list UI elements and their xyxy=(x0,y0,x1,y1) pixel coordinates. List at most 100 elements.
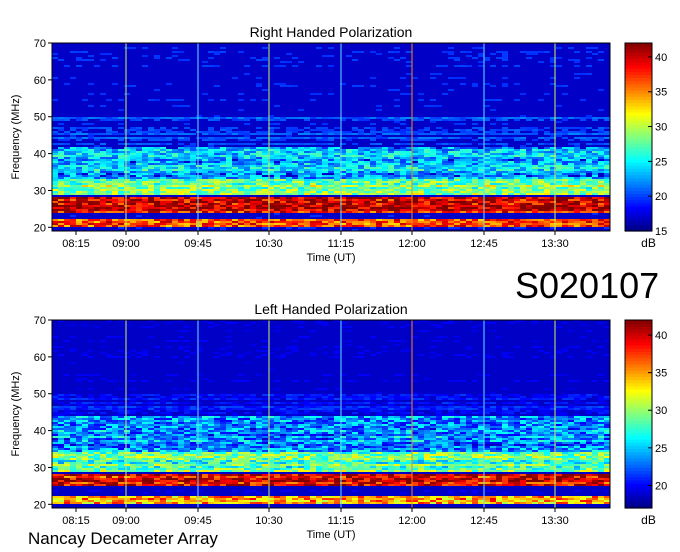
heatmap-cell xyxy=(160,139,166,141)
heatmap-cell xyxy=(70,197,76,199)
heatmap-cell xyxy=(526,117,532,119)
heatmap-cell xyxy=(328,179,334,181)
heatmap-cell xyxy=(112,57,118,59)
heatmap-cell xyxy=(412,173,418,175)
heatmap-cell xyxy=(424,127,430,129)
heatmap-cell xyxy=(100,183,106,185)
heatmap-cell xyxy=(508,147,514,149)
heatmap-cell xyxy=(58,185,64,187)
heatmap-cell xyxy=(82,119,88,121)
heatmap-cell xyxy=(352,185,358,187)
heatmap-cell xyxy=(76,394,82,396)
heatmap-cell xyxy=(58,171,64,173)
heatmap-cell xyxy=(196,191,202,193)
heatmap-cell xyxy=(142,133,148,135)
heatmap-cell xyxy=(442,322,448,324)
heatmap-cell xyxy=(478,159,484,161)
heatmap-cell xyxy=(394,171,400,173)
heatmap-cell xyxy=(100,197,106,199)
heatmap-cell xyxy=(574,137,580,139)
heatmap-cell xyxy=(166,133,172,135)
heatmap-cell xyxy=(58,225,64,227)
heatmap-cell xyxy=(400,221,406,223)
heatmap-cell xyxy=(496,159,502,161)
heatmap-cell xyxy=(442,165,448,167)
heatmap-cell xyxy=(592,165,598,167)
heatmap-cell xyxy=(256,203,262,205)
heatmap-cell xyxy=(574,145,580,147)
heatmap-cell xyxy=(292,171,298,173)
heatmap-cell xyxy=(160,143,166,145)
heatmap-cell xyxy=(514,181,520,183)
heatmap-cell xyxy=(70,215,76,217)
heatmap-cell xyxy=(280,177,286,179)
heatmap-cell xyxy=(232,153,238,155)
heatmap-cell xyxy=(124,133,130,135)
heatmap-cell xyxy=(376,167,382,169)
heatmap-cell xyxy=(208,205,214,207)
heatmap-cell xyxy=(490,151,496,153)
heatmap-cell xyxy=(256,207,262,209)
heatmap-cell xyxy=(502,133,508,135)
heatmap-cell xyxy=(502,163,508,165)
heatmap-cell xyxy=(232,223,238,225)
heatmap-cell xyxy=(82,203,88,205)
heatmap-cell xyxy=(532,53,538,55)
heatmap-cell xyxy=(208,221,214,223)
heatmap-cell xyxy=(580,137,586,139)
heatmap-cell xyxy=(178,147,184,149)
heatmap-cell xyxy=(508,187,514,189)
heatmap-cell xyxy=(574,211,580,213)
heatmap-cell xyxy=(112,336,118,338)
heatmap-cell xyxy=(478,47,484,49)
heatmap-cell xyxy=(490,392,496,394)
heatmap-cell xyxy=(250,400,256,402)
heatmap-cell xyxy=(82,207,88,209)
heatmap-cell xyxy=(472,85,478,87)
heatmap-cell xyxy=(82,201,88,203)
heatmap-cell xyxy=(184,167,190,169)
heatmap-cell xyxy=(514,402,520,404)
heatmap-cell xyxy=(292,203,298,205)
heatmap-cell xyxy=(58,354,64,356)
heatmap-cell xyxy=(346,149,352,151)
heatmap-cell xyxy=(400,157,406,159)
heatmap-cell xyxy=(562,153,568,155)
heatmap-cell xyxy=(238,119,244,121)
heatmap-cell xyxy=(328,133,334,135)
heatmap-cell xyxy=(328,175,334,177)
heatmap-cell xyxy=(136,161,142,163)
heatmap-cell xyxy=(418,99,424,101)
heatmap-cell xyxy=(196,167,202,169)
heatmap-cell xyxy=(502,187,508,189)
heatmap-cell xyxy=(298,394,304,396)
heatmap-cell xyxy=(454,396,460,398)
heatmap-cell xyxy=(580,396,586,398)
heatmap-cell xyxy=(460,167,466,169)
heatmap-cell xyxy=(412,181,418,183)
heatmap-cell xyxy=(424,197,430,199)
heatmap-cell xyxy=(526,57,532,59)
heatmap-cell xyxy=(232,147,238,149)
heatmap-cell xyxy=(526,167,532,169)
heatmap-cell xyxy=(256,77,262,79)
heatmap-cell xyxy=(130,173,136,175)
heatmap-cell xyxy=(592,219,598,221)
heatmap-cell xyxy=(598,398,604,400)
heatmap-cell xyxy=(310,227,316,229)
left-polarization-panel: Left Handed Polarization203040506070Freq… xyxy=(10,301,667,541)
heatmap-cell xyxy=(388,394,394,396)
heatmap-cell xyxy=(592,193,598,195)
heatmap-cell xyxy=(178,143,184,145)
heatmap-cell xyxy=(448,380,454,382)
heatmap-cell xyxy=(226,394,232,396)
heatmap-cell xyxy=(394,193,400,195)
heatmap-cell xyxy=(526,171,532,173)
heatmap-cell xyxy=(460,151,466,153)
heatmap-cell xyxy=(172,159,178,161)
heatmap-cell xyxy=(52,211,58,213)
heatmap-cell xyxy=(196,201,202,203)
heatmap-cell xyxy=(154,167,160,169)
heatmap-cell xyxy=(304,133,310,135)
heatmap-cell xyxy=(280,83,286,85)
